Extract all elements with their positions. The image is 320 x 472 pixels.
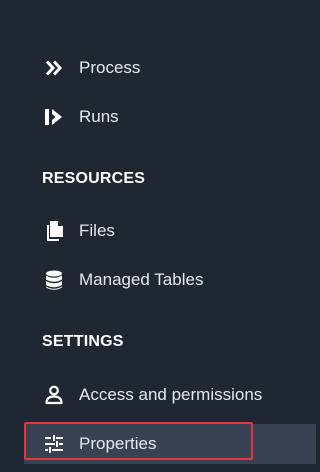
file-icon — [43, 220, 65, 242]
nav-item-managed-tables[interactable]: Managed Tables — [0, 260, 320, 300]
nav-item-label: Files — [79, 221, 115, 240]
nav-item-files[interactable]: Files — [0, 211, 320, 251]
sliders-icon — [43, 433, 65, 455]
nav-item-label: Managed Tables — [79, 270, 204, 289]
sidebar: Process Runs RESOURCES Files Managed Tab… — [0, 0, 320, 472]
double-chevron-right-icon — [43, 57, 65, 79]
nav-item-label: Process — [79, 58, 141, 77]
nav-item-properties[interactable]: Properties — [24, 424, 316, 464]
nav-item-label: Runs — [79, 107, 119, 126]
person-icon — [43, 384, 65, 406]
run-arrow-icon — [43, 106, 65, 128]
database-icon — [43, 269, 65, 291]
nav-item-process[interactable]: Process — [0, 48, 320, 88]
section-header-settings: SETTINGS — [42, 333, 124, 350]
section-header-resources: RESOURCES — [42, 170, 146, 187]
nav-item-label: Properties — [79, 434, 157, 453]
nav-item-access-and-permissions[interactable]: Access and permissions — [0, 375, 320, 415]
nav-item-label: Access and permissions — [79, 385, 263, 404]
nav-item-runs[interactable]: Runs — [0, 97, 320, 137]
